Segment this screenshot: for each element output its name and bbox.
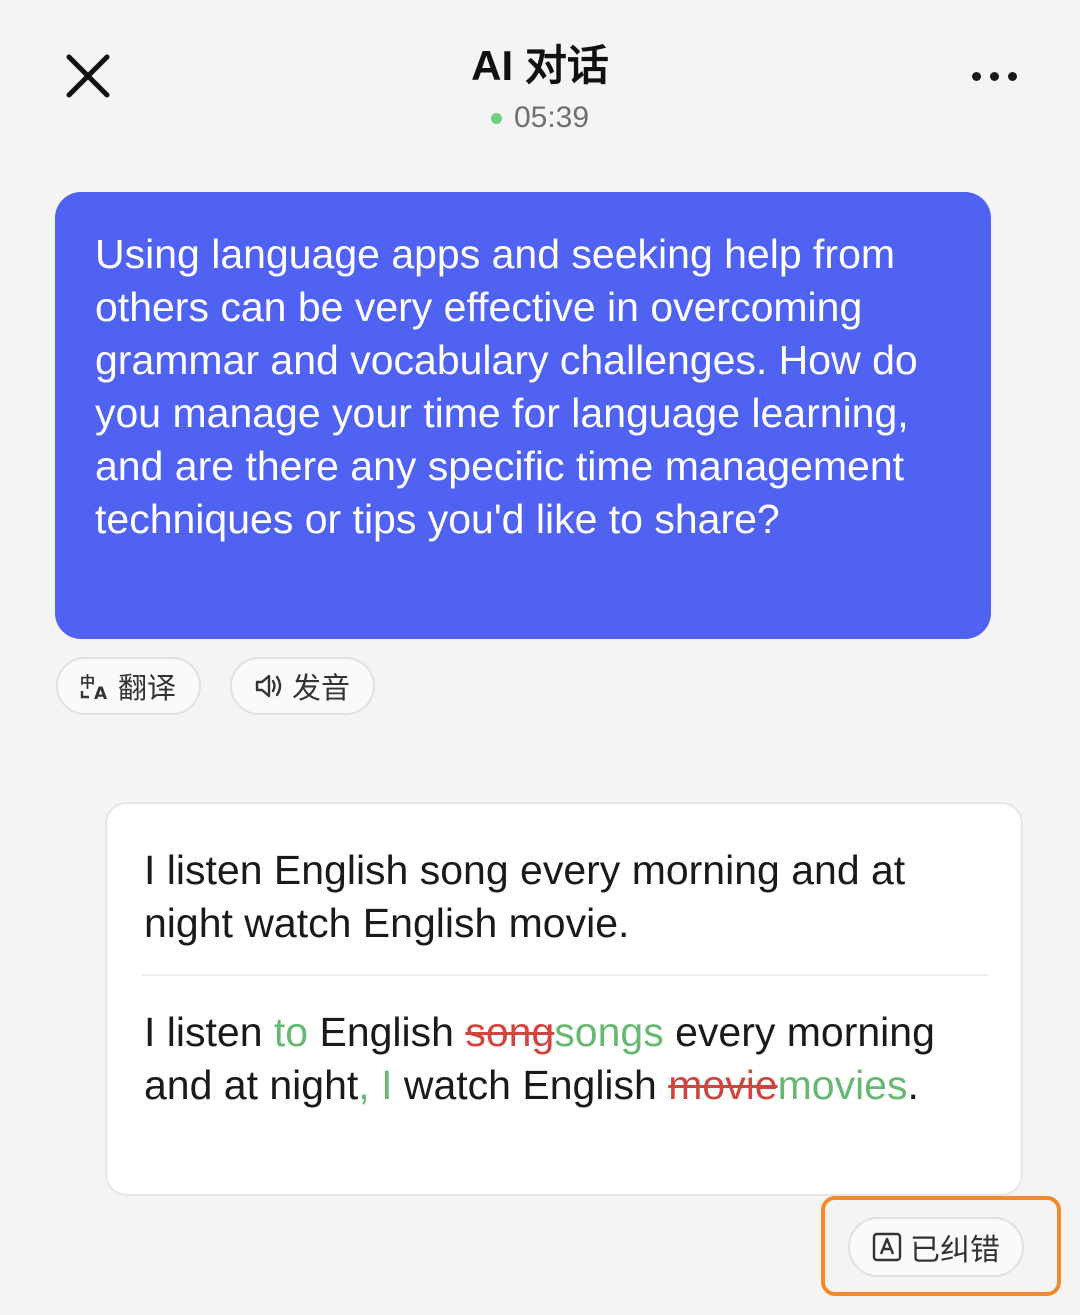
more-icon-dot — [1007, 71, 1017, 81]
pronounce-label: 发音 — [292, 673, 351, 705]
ai-message-bubble: Using language apps and seeking help fro… — [55, 192, 991, 639]
original-sentence: I listen English song every morning and … — [144, 847, 906, 946]
translate-button[interactable]: 中 A 翻译 — [56, 657, 201, 715]
page-title: AI 对话 — [471, 42, 609, 89]
added-text: to — [273, 1009, 309, 1055]
added-text: , I — [358, 1062, 393, 1108]
sentence-text: . — [907, 1062, 919, 1108]
translate-label: 翻译 — [118, 673, 177, 705]
speaker-icon — [254, 671, 286, 701]
divider — [142, 974, 988, 976]
translate-icon: 中 A — [80, 671, 112, 701]
sentence-text: English — [308, 1009, 466, 1055]
more-button[interactable] — [958, 56, 1030, 96]
status-dot — [490, 112, 502, 124]
session-timer: 05:39 — [513, 101, 590, 134]
added-text: songs — [554, 1009, 664, 1055]
sentence-text: watch English — [392, 1062, 669, 1108]
user-message-card: I listen English song every morning and … — [105, 802, 1023, 1196]
svg-text:A: A — [94, 684, 108, 701]
corrected-badge-label: 已纠错 — [910, 1234, 1000, 1267]
svg-text:中: 中 — [80, 673, 95, 691]
more-icon-dot — [971, 71, 981, 81]
deleted-text: song — [465, 1009, 555, 1055]
header: AI 对话 05:39 — [0, 0, 1080, 160]
more-icon-dot — [989, 71, 999, 81]
font-check-icon — [872, 1232, 902, 1262]
ai-message-text: Using language apps and seeking help fro… — [95, 231, 918, 542]
pronounce-button[interactable]: 发音 — [230, 657, 375, 715]
session-status: 05:39 — [0, 98, 1080, 138]
sentence-text: I listen — [144, 1009, 274, 1055]
added-text: movies — [777, 1062, 908, 1108]
deleted-text: movie — [668, 1062, 778, 1108]
corrected-sentence: I listen to English songsongs every morn… — [144, 1006, 994, 1112]
corrected-badge[interactable]: 已纠错 — [848, 1217, 1024, 1277]
